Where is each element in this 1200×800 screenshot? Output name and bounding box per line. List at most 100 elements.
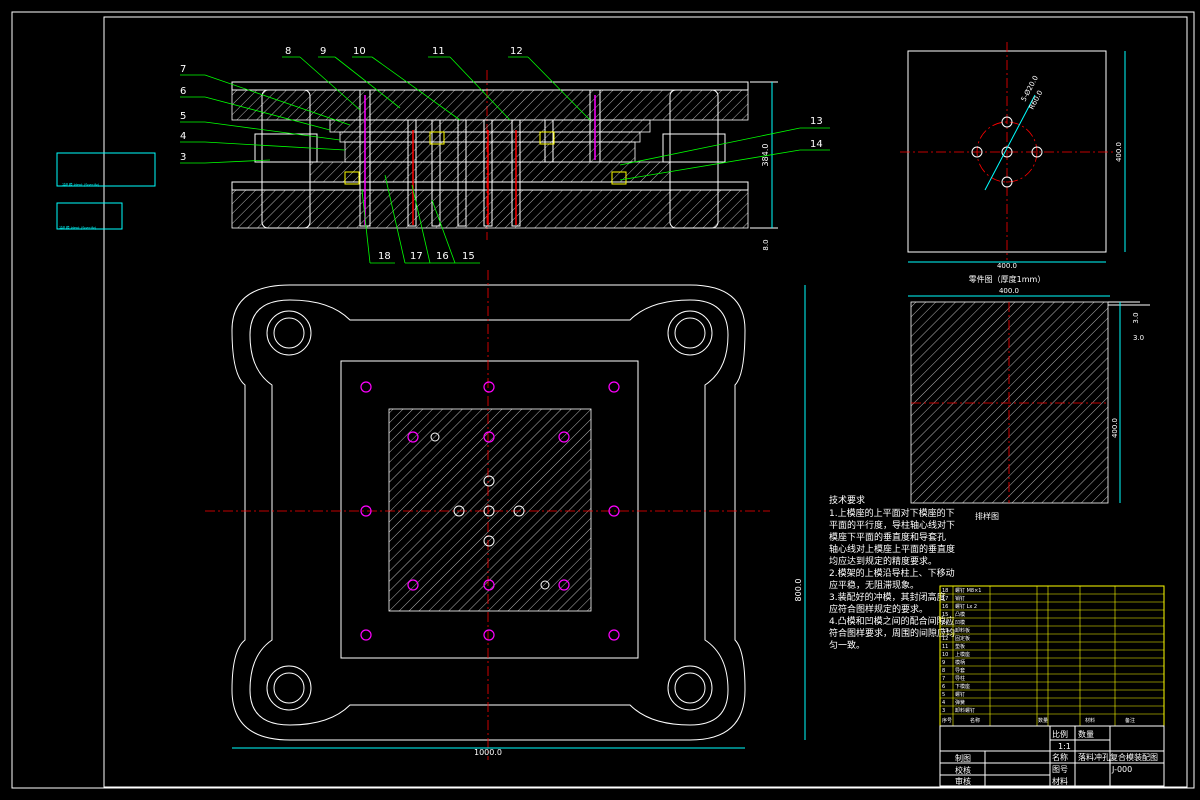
bom-header-material: 材料 xyxy=(1085,717,1095,724)
name-label: 名称 xyxy=(1052,752,1068,762)
bom-row-number: 12 xyxy=(942,636,948,642)
plan-width-dim: 1000.0 xyxy=(474,748,502,757)
front-section-view: 384.0 8.0 xyxy=(231,70,778,251)
bom-row-number: 6 xyxy=(942,684,945,690)
bom-row-number: 14 xyxy=(942,620,948,626)
tech-req-line: 模座下平面的垂直度和导套孔 xyxy=(829,531,946,543)
part-drawing: 5-Ø20.0 R60.0 400.0 400.0 零件图（厚度1mm） xyxy=(900,42,1126,284)
part-label-18: 18 xyxy=(378,251,391,262)
part-label-16: 16 xyxy=(436,251,449,262)
bom-row-number: 8 xyxy=(942,668,945,674)
plan-view: 1000.0 800.0 xyxy=(205,270,806,760)
tech-req-line: 应符合图样规定的要求。 xyxy=(829,603,928,615)
bom-row-name: 凹模 xyxy=(955,619,965,626)
blank-width-dim: 400.0 xyxy=(999,287,1019,295)
tech-req-line: 1.上模座的上平面对下模座的下 xyxy=(829,507,955,519)
bom-row-name: 上模座 xyxy=(955,651,970,658)
drawn-by-label: 制图 xyxy=(955,753,971,763)
tech-req-title: 技术要求 xyxy=(829,494,865,506)
blank-dim-a: 3.0 xyxy=(1132,312,1140,323)
bom-row-name: 导柱 xyxy=(955,675,965,682)
part-label-4: 4 xyxy=(180,131,186,142)
bom-row-number: 13 xyxy=(942,628,948,634)
bom-row-name: 垫板 xyxy=(955,643,965,650)
blank-height-dim: 400.0 xyxy=(1111,418,1119,438)
tech-req-line: 匀一致。 xyxy=(829,639,865,651)
bom-header-remark: 备注 xyxy=(1125,717,1135,724)
left-label-box-1: 冲孔模 Ident (Specify) xyxy=(56,152,156,187)
part-label-17: 17 xyxy=(410,251,423,262)
blank-drawing-caption: 排样图 xyxy=(975,511,999,521)
technical-requirements: 技术要求 1.上模座的上平面对下模座的下 平面的平行度，导柱轴心线对下 模座下平… xyxy=(829,494,955,651)
tech-req-line: 平面的平行度，导柱轴心线对下 xyxy=(829,519,955,531)
drawing-title: 落料冲孔复合模装配图 xyxy=(1078,752,1158,762)
bom-row-name: 卸料板 xyxy=(955,627,970,634)
part-label-14: 14 xyxy=(810,139,823,150)
bom-row-name: 弹簧 xyxy=(955,699,965,706)
approved-by-label: 审核 xyxy=(955,776,971,786)
bom-row-name: 凸模 xyxy=(955,611,965,618)
part-label-3: 3 xyxy=(180,152,186,163)
bom-header-name: 名称 xyxy=(970,717,980,724)
part-drawing-caption: 零件图（厚度1mm） xyxy=(969,274,1046,284)
bom-row-number: 5 xyxy=(942,692,945,698)
bom-header-qty: 数量 xyxy=(1038,717,1048,724)
tech-req-line: 轴心线对上模座上平面的垂直度 xyxy=(829,543,955,555)
part-label-13: 13 xyxy=(810,116,823,127)
bom-row-name: 螺钉 M8×1 xyxy=(955,587,981,594)
part-height-dim: 400.0 xyxy=(1115,142,1123,162)
tech-req-line: 4.凸模和凹模之间的配合间隙应 xyxy=(829,615,955,627)
tech-req-line: 2.模架的上模沿导柱上、下移动 xyxy=(829,567,955,579)
bom-row-name: 螺钉 xyxy=(955,691,965,698)
bom-rows: 18 螺钉 M8×1 17 销钉 16 螺钉 Lx 2 15 凸模 14 凹模 13 卸料板 12 固定板… xyxy=(940,587,1164,715)
left-label-box-2: 冲孔模 Ident (Specify) xyxy=(56,202,123,230)
bom-row-number: 9 xyxy=(942,660,945,666)
tech-req-line: 均应达到规定的精度要求。 xyxy=(829,555,937,567)
part-label-9: 9 xyxy=(320,46,326,57)
scale-value: 1:1 xyxy=(1058,742,1071,751)
tech-req-line: 应平稳，无阻滞现象。 xyxy=(829,579,919,591)
drawing-number: J-000 xyxy=(1111,765,1132,774)
blank-layout-drawing: 400.0 400.0 3.0 3.0 排样图 xyxy=(908,287,1150,521)
part-label-5: 5 xyxy=(180,111,186,122)
material-label: 材料 xyxy=(1052,776,1068,786)
part-label-8: 8 xyxy=(285,46,291,57)
blank-dim-b: 3.0 xyxy=(1133,334,1144,342)
bom-row-number: 17 xyxy=(942,596,948,602)
bom-table: 18 螺钉 M8×1 17 销钉 16 螺钉 Lx 2 15 凸模 14 凹模 13 卸料板 12 固定板… xyxy=(939,585,1165,727)
plan-height-dim: 800.0 xyxy=(794,579,803,602)
left-box-1-text: 冲孔模 Ident (Specify) xyxy=(62,182,100,187)
bom-row-name: 模柄 xyxy=(955,659,965,666)
bom-row-number: 18 xyxy=(942,588,948,594)
number-label: 图号 xyxy=(1052,765,1068,774)
part-label-12: 12 xyxy=(510,46,523,57)
bom-row-name: 导套 xyxy=(955,667,965,674)
part-label-10: 10 xyxy=(353,46,366,57)
front-bottom-dim: 8.0 xyxy=(762,239,770,250)
bom-row-number: 4 xyxy=(942,700,945,706)
left-box-2-text: 冲孔模 Ident (Specify) xyxy=(59,225,97,230)
bom-row-name: 固定板 xyxy=(955,635,970,642)
bom-row-number: 7 xyxy=(942,676,945,682)
part-label-15: 15 xyxy=(462,251,475,262)
bom-row-number: 16 xyxy=(942,604,948,610)
part-label-6: 6 xyxy=(180,86,186,97)
cad-drawing-canvas: 冲孔模 Ident (Specify) 冲孔模 Ident (Specify) xyxy=(11,11,1195,789)
part-label-11: 11 xyxy=(432,46,445,57)
bom-row-number: 3 xyxy=(942,708,945,714)
part-width-dim: 400.0 xyxy=(997,262,1017,270)
scale-label: 比例 xyxy=(1052,729,1068,739)
checked-by-label: 校核 xyxy=(955,765,971,775)
bom-row-name: 螺钉 Lx 2 xyxy=(955,603,977,610)
part-label-7: 7 xyxy=(180,64,186,75)
bom-row-name: 下模座 xyxy=(955,683,970,690)
bom-header-no: 序号 xyxy=(942,717,952,724)
tech-req-line: 3.装配好的冲模，其封闭高度 xyxy=(829,591,946,603)
bom-row-number: 11 xyxy=(942,644,948,650)
bom-row-number: 10 xyxy=(942,652,948,658)
bom-row-number: 15 xyxy=(942,612,948,618)
bom-row-name: 销钉 xyxy=(955,595,965,602)
tech-req-line: 符合图样要求，周围的间隙应均 xyxy=(829,627,955,639)
quantity-label: 数量 xyxy=(1078,729,1094,739)
bom-row-name: 卸料螺钉 xyxy=(955,707,975,714)
